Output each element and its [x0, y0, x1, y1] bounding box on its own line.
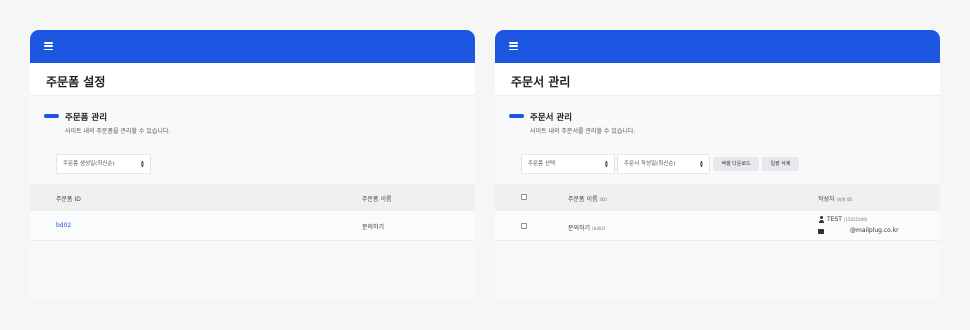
- select-all-checkbox[interactable]: [521, 194, 527, 200]
- column-header-id: 주문폼 ID: [56, 196, 81, 203]
- column-header-author: 작성자 (회원 ID): [818, 194, 853, 203]
- form-name: 문의하기: [362, 224, 385, 231]
- bulk-delete-button[interactable]: 일괄 삭제: [762, 157, 799, 171]
- title-bar: 주문폼 설정: [30, 63, 475, 96]
- sort-select[interactable]: 주문폼 생성일(최신순) ▲ ▼: [56, 154, 151, 174]
- form-id-link[interactable]: bd02: [56, 222, 71, 229]
- up-down-caret-icon: ▲ ▼: [140, 159, 144, 168]
- table-row: 문의하기 (bd02) TEST (15221049) @mailplug.co…: [495, 211, 940, 241]
- hamburger-icon[interactable]: [509, 42, 518, 51]
- sort-select-value: 주문폼 생성일(최신순): [63, 161, 115, 167]
- column-header-author-sub: (회원 ID): [836, 197, 853, 202]
- form-name: 문의하기 (bd02): [568, 223, 605, 232]
- form-select-value: 주문폼 선택: [528, 161, 556, 167]
- section-title: 주문서 관리: [530, 113, 573, 123]
- form-name-label: 문의하기: [568, 225, 591, 232]
- hamburger-icon[interactable]: [44, 42, 53, 51]
- table-row: bd02 문의하기: [30, 211, 475, 241]
- author-name: TEST (15221049): [827, 216, 867, 223]
- order-form-settings-panel: 주문폼 설정 주문폼 관리 사이트 내의 주문폼을 관리할 수 있습니다. 주문…: [30, 30, 475, 300]
- form-id: (bd02): [592, 226, 606, 231]
- section-title: 주문폼 관리: [65, 113, 108, 123]
- sort-select-value: 주문서 작성일(최신순): [624, 161, 676, 167]
- top-bar: [495, 30, 940, 63]
- page-title: 주문폼 설정: [46, 75, 106, 89]
- author-email: @mailplug.co.kr: [850, 227, 899, 234]
- column-header-name-label: 주문폼 이름: [568, 196, 598, 203]
- table-header: 주문폼 ID 주문폼 이름: [30, 184, 475, 211]
- section-marker: [509, 114, 524, 118]
- row-checkbox[interactable]: [521, 223, 527, 229]
- sort-select[interactable]: 주문서 작성일(최신순) ▲ ▼: [617, 154, 710, 174]
- column-header-name: 주문폼 이름 (ID): [568, 194, 607, 203]
- author-name-label: TEST: [827, 216, 842, 223]
- author-member-id: (15221049): [843, 217, 868, 222]
- form-select[interactable]: 주문폼 선택 ▲ ▼: [521, 154, 615, 174]
- envelope-icon: [818, 229, 824, 234]
- section-description: 사이트 내의 주문서를 관리할 수 있습니다.: [530, 128, 636, 135]
- page-title: 주문서 관리: [511, 75, 571, 89]
- column-header-name: 주문폼 이름: [362, 196, 392, 203]
- section-description: 사이트 내의 주문폼을 관리할 수 있습니다.: [65, 128, 171, 135]
- person-icon: [818, 216, 824, 223]
- up-down-caret-icon: ▲ ▼: [699, 159, 703, 168]
- title-bar: 주문서 관리: [495, 63, 940, 96]
- column-header-name-sub: (ID): [599, 197, 607, 202]
- section-marker: [44, 114, 59, 118]
- order-management-panel: 주문서 관리 주문서 관리 사이트 내의 주문서를 관리할 수 있습니다. 주문…: [495, 30, 940, 300]
- table-header: 주문폼 이름 (ID) 작성자 (회원 ID): [495, 184, 940, 211]
- up-down-caret-icon: ▲ ▼: [604, 159, 608, 168]
- top-bar: [30, 30, 475, 63]
- column-header-author-label: 작성자: [818, 196, 835, 203]
- excel-download-button[interactable]: 엑셀 다운로드: [713, 157, 759, 171]
